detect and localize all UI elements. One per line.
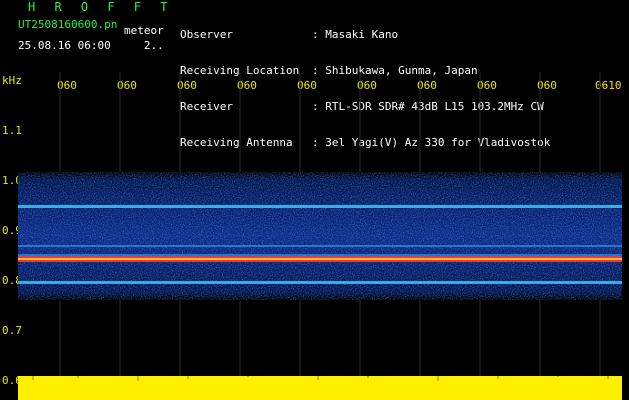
trace-line [18, 254, 622, 256]
field-label-observer: Observer [180, 28, 233, 41]
brand-title: H R O F F T [28, 0, 174, 14]
signal-strength-bar [18, 376, 622, 400]
file-name: UT2508160600.pn [18, 18, 118, 31]
trace-line [18, 245, 622, 247]
main-trace-core [18, 258, 622, 260]
field-value-observer: : Masaki Kano [312, 28, 399, 41]
mode-label: meteor [124, 24, 164, 37]
noise-texture [18, 172, 622, 300]
trace-line [18, 281, 622, 284]
spectrogram [18, 72, 622, 400]
trace-line [18, 205, 622, 208]
datetime-label: 25.08.16 06:00 2.. [18, 39, 164, 52]
